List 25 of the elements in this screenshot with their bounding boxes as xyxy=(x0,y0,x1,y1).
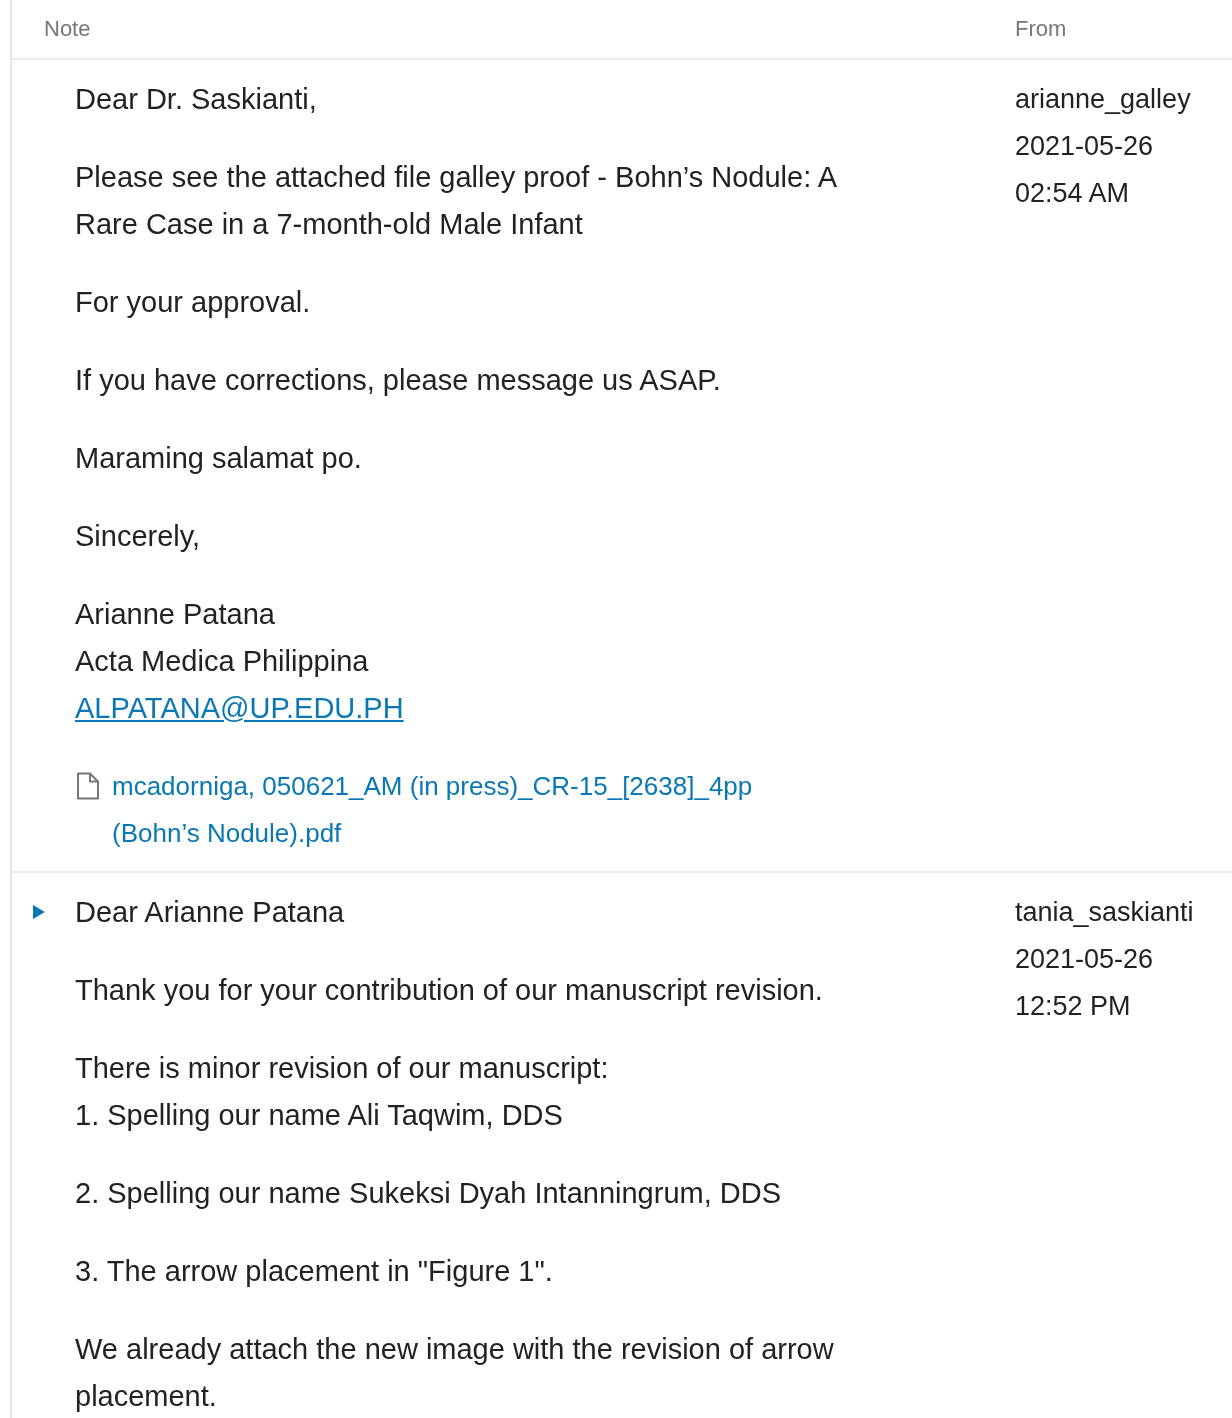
note-time: 12:52 PM xyxy=(1015,990,1131,1023)
message-paragraph: For your approval. xyxy=(75,285,312,320)
attachment-link[interactable]: mcadorniga, 050621_AM (in press)_CR-15_[2638]_4pp (Bohn’s Nodule).pdf xyxy=(112,763,753,857)
message-paragraph: Arianne Patana Acta Medica Philippina xyxy=(75,597,370,679)
file-icon xyxy=(75,772,101,800)
message-paragraph: There is minor revision of our manuscript: 1. Spelling our name Ali Taqwim, DDS xyxy=(75,1051,610,1133)
message-paragraph: 2. Spelling our name Sukeksi Dyah Intanningrum, DDS xyxy=(75,1176,783,1211)
column-header: Note xyxy=(44,16,92,42)
note-time: 02:54 AM xyxy=(1015,177,1130,210)
note-date: 2021-05-26 xyxy=(1015,130,1154,163)
message-paragraph: Please see the attached file galley proof - Bohn’s Nodule: A Rare Case in a 7-month-old Male Infant xyxy=(75,160,838,242)
email-link[interactable]: ALPATANA@UP.EDU.PH xyxy=(75,685,404,732)
message-paragraph: Maraming salamat po. xyxy=(75,441,363,476)
message-paragraph: Thank you for your contribution of our manuscript revision. xyxy=(75,973,824,1008)
message-paragraph: Dear Dr. Saskianti, xyxy=(75,82,318,117)
message-paragraph: If you have corrections, please message us ASAP. xyxy=(75,363,722,398)
message-paragraph: 3. The arrow placement in "Figure 1". xyxy=(75,1254,554,1289)
author-name: tania_saskianti xyxy=(1015,896,1194,929)
note-date: 2021-05-26 xyxy=(1015,943,1154,976)
message-paragraph: Dear Arianne Patana xyxy=(75,895,346,930)
expand-icon[interactable] xyxy=(33,905,45,919)
column-header: From xyxy=(1015,16,1067,42)
author-name: arianne_galley xyxy=(1015,83,1191,116)
message-paragraph: We already attach the new image with the revision of arrow placement. xyxy=(75,1332,835,1414)
message-paragraph: Sincerely, xyxy=(75,519,202,554)
